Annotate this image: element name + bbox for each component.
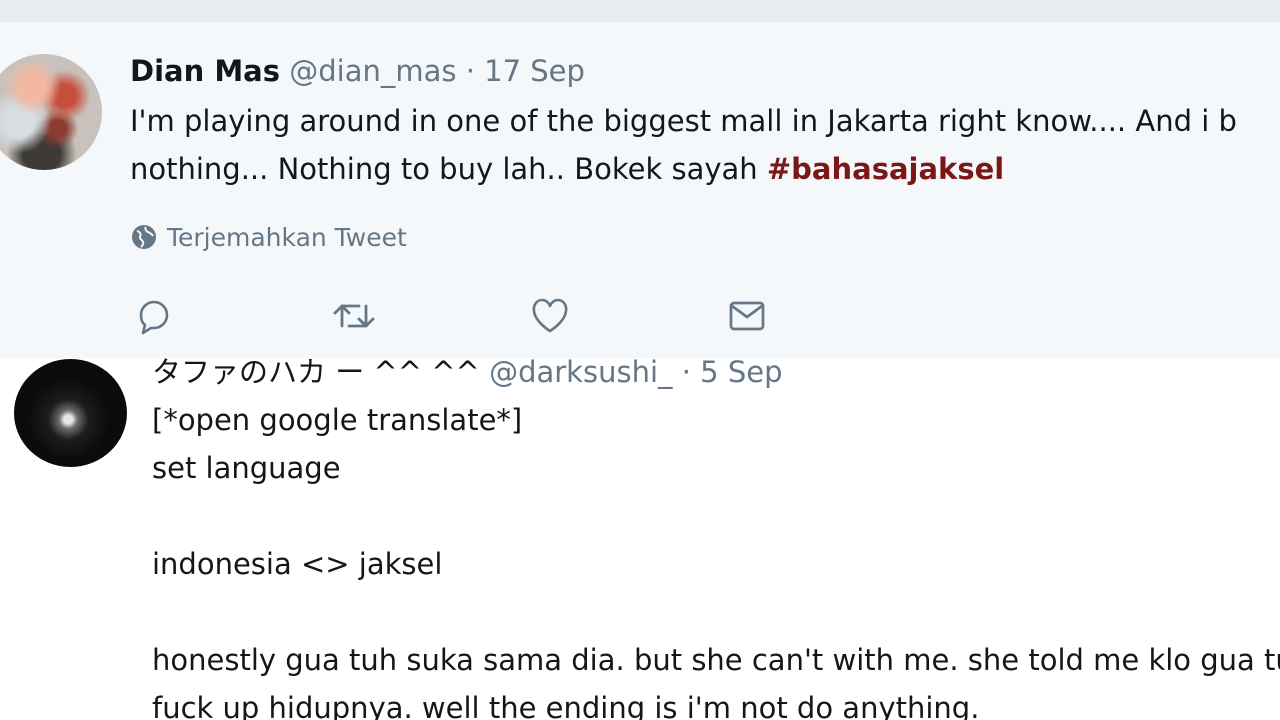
header-separator: · <box>681 358 691 389</box>
direct-message-button[interactable] <box>723 292 771 340</box>
translate-label: Terjemahkan Tweet <box>167 222 407 252</box>
tweet-text: [*open google translate*] set language i… <box>152 396 1280 720</box>
tweet-actions <box>130 292 790 340</box>
globe-icon <box>132 225 156 249</box>
tweet-text-line: nothing... Nothing to buy lah.. Bokek sa… <box>130 145 1237 193</box>
translate-tweet-link[interactable]: Terjemahkan Tweet <box>130 220 407 254</box>
tweet-text-line: indonesia <> jaksel <box>152 547 443 581</box>
tweet-text-segment: nothing... Nothing to buy lah.. Bokek sa… <box>130 152 767 186</box>
tweet-text-line: I'm playing around in one of the biggest… <box>130 104 1237 138</box>
user-handle[interactable]: @darksushi_ <box>489 358 672 389</box>
retweet-icon <box>333 304 375 328</box>
like-icon <box>532 298 568 333</box>
header-separator: · <box>465 54 475 88</box>
avatar[interactable] <box>0 54 102 170</box>
display-name[interactable]: タファのハカ ー ^^ ^^ <box>152 358 480 389</box>
hashtag-link[interactable]: #bahasajaksel <box>767 152 1004 186</box>
reply-button[interactable] <box>130 292 178 340</box>
tweet-date[interactable]: 5 Sep <box>700 358 782 389</box>
tweet-header: Dian Mas @dian_mas · 17 Sep <box>130 53 585 89</box>
tweet-text-line: set language <box>152 451 341 485</box>
tweet-text-line: [*open google translate*] <box>152 403 523 437</box>
direct-message-icon <box>729 301 765 331</box>
like-button[interactable] <box>526 292 574 340</box>
display-name[interactable]: Dian Mas <box>130 54 280 88</box>
top-divider <box>0 0 1280 22</box>
tweet-text: I'm playing around in one of the biggest… <box>130 97 1237 193</box>
user-handle[interactable]: @dian_mas <box>289 54 456 88</box>
avatar[interactable] <box>14 359 127 467</box>
tweet-date[interactable]: 17 Sep <box>484 54 585 88</box>
tweet-header: タファのハカ ー ^^ ^^ @darksushi_ · 5 Sep <box>152 358 783 390</box>
retweet-button[interactable] <box>330 292 378 340</box>
tweet-text-line: fuck up hidupnya. well the ending is i'm… <box>152 691 980 720</box>
tweet-card-darksushi[interactable]: タファのハカ ー ^^ ^^ @darksushi_ · 5 Sep [*ope… <box>0 358 1280 720</box>
tweet-card-dian-mas[interactable]: Dian Mas @dian_mas · 17 Sep I'm playing … <box>0 22 1280 358</box>
tweet-text-line: honestly gua tuh suka sama dia. but she … <box>152 643 1280 677</box>
reply-icon <box>139 300 169 335</box>
